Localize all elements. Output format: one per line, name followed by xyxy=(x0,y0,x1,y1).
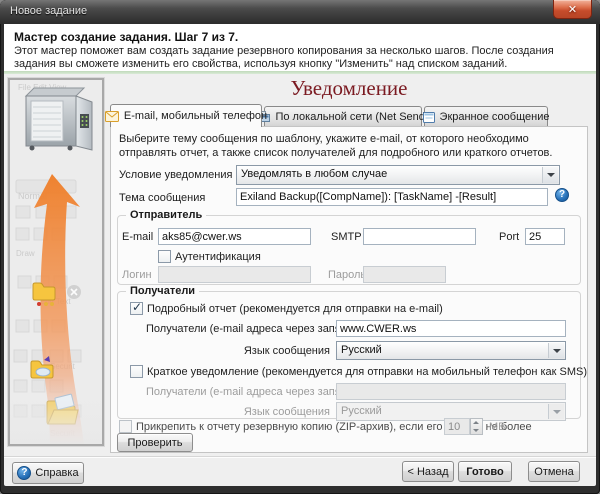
auth-label: Аутентификация xyxy=(175,251,261,263)
brief-notification-label: Краткое уведомление (рекомендуется для о… xyxy=(147,366,587,378)
screen-message-icon xyxy=(423,112,435,123)
close-button[interactable]: ✕ xyxy=(553,0,592,19)
smtp-input[interactable] xyxy=(363,228,476,245)
detailed-language-select[interactable]: Русский xyxy=(336,341,566,360)
condition-select[interactable]: Уведомлять в любом случае xyxy=(236,165,560,185)
spinner-up-icon[interactable] xyxy=(473,421,479,424)
attach-unit-label: МБ xyxy=(489,421,505,433)
footer-separator-highlight xyxy=(4,457,596,458)
chevron-down-icon xyxy=(542,167,558,183)
chevron-down-icon xyxy=(548,343,564,358)
login-input[interactable] xyxy=(158,266,311,283)
subject-label: Тема сообщения xyxy=(119,192,205,204)
subject-input[interactable] xyxy=(236,188,548,206)
attach-zip-checkbox[interactable] xyxy=(119,420,132,433)
wizard-header: Мастер создание задания. Шаг 7 из 7. Это… xyxy=(4,24,596,71)
password-label: Пароль xyxy=(328,269,366,281)
tab-screen-message[interactable]: Экранное сообщение xyxy=(424,106,548,127)
attach-size-spinner[interactable] xyxy=(470,418,483,435)
brief-notification-checkbox[interactable] xyxy=(130,365,143,378)
wizard-step-title: Мастер создание задания. Шаг 7 из 7. xyxy=(14,30,238,44)
envelope-icon xyxy=(105,111,119,122)
password-input[interactable] xyxy=(363,266,446,283)
sender-group-title: Отправитель xyxy=(126,209,206,221)
brief-recipients-label: Получатели (e-mail адреса через запятую) xyxy=(146,386,330,398)
subject-help-icon[interactable]: ? xyxy=(555,188,569,202)
client-area: Мастер создание задания. Шаг 7 из 7. Это… xyxy=(4,24,596,486)
tab-panel: Выберите тему сообщения по шаблону, укаж… xyxy=(110,126,588,453)
title-bar[interactable]: Новое задание ✕ xyxy=(0,0,600,24)
port-label: Port xyxy=(499,231,519,243)
tab-net-send[interactable]: По локальной сети (Net Send) xyxy=(264,106,422,127)
sidebar-illustration: File Edit View Normal Draw Edit Text Sec… xyxy=(10,80,102,444)
wizard-description: Этот мастер поможет вам создать задание … xyxy=(14,45,586,71)
detailed-report-checkbox[interactable]: ✓ xyxy=(130,302,143,315)
attach-size-input[interactable] xyxy=(444,418,470,435)
port-input[interactable] xyxy=(525,228,565,245)
smtp-label: SMTP xyxy=(331,231,362,243)
recipients-group: Получатели ✓ Подробный отчет (рекомендуе… xyxy=(117,291,581,419)
help-button-icon: ? xyxy=(17,466,31,480)
back-button[interactable]: < Назад xyxy=(402,461,454,482)
wizard-window: Новое задание ✕ Мастер создание задания.… xyxy=(0,0,600,494)
email-input[interactable] xyxy=(158,228,311,245)
auth-checkbox[interactable] xyxy=(158,250,171,263)
close-icon: ✕ xyxy=(568,4,577,16)
help-button[interactable]: ? Справка xyxy=(12,462,84,484)
svg-text:Draw: Draw xyxy=(16,249,35,258)
detailed-recipients-label: Получатели (e-mail адреса через запятую) xyxy=(146,323,330,335)
detailed-recipients-input[interactable] xyxy=(336,320,566,337)
spinner-down-icon[interactable] xyxy=(473,429,479,432)
brief-recipients-input[interactable] xyxy=(336,383,566,400)
page-title: Уведомление xyxy=(110,76,588,101)
sidebar-artwork: File Edit View Normal Draw Edit Text Sec… xyxy=(8,78,104,446)
intro-text: Выберите тему сообщения по шаблону, укаж… xyxy=(119,132,581,160)
header-separator xyxy=(4,71,596,74)
brief-language-label: Язык сообщения xyxy=(146,406,330,418)
login-label: Логин xyxy=(122,269,152,281)
recipients-group-title: Получатели xyxy=(126,285,199,297)
detailed-language-label: Язык сообщения xyxy=(146,345,330,357)
finish-button[interactable]: Готово xyxy=(458,461,512,482)
window-title: Новое задание xyxy=(10,5,87,17)
faded-close-icon xyxy=(67,285,81,299)
sender-group: Отправитель E-mail SMTP Port Аутентифика… xyxy=(117,215,581,285)
verify-button[interactable]: Проверить xyxy=(117,433,193,452)
tab-email-mobile[interactable]: E-mail, мобильный телефон xyxy=(110,104,262,127)
cancel-button[interactable]: Отмена xyxy=(528,461,580,482)
detailed-report-label: Подробный отчет (рекомендуется для отпра… xyxy=(147,303,443,315)
chevron-down-icon xyxy=(548,404,564,419)
condition-label: Условие уведомления xyxy=(119,169,232,181)
email-label: E-mail xyxy=(122,231,153,243)
